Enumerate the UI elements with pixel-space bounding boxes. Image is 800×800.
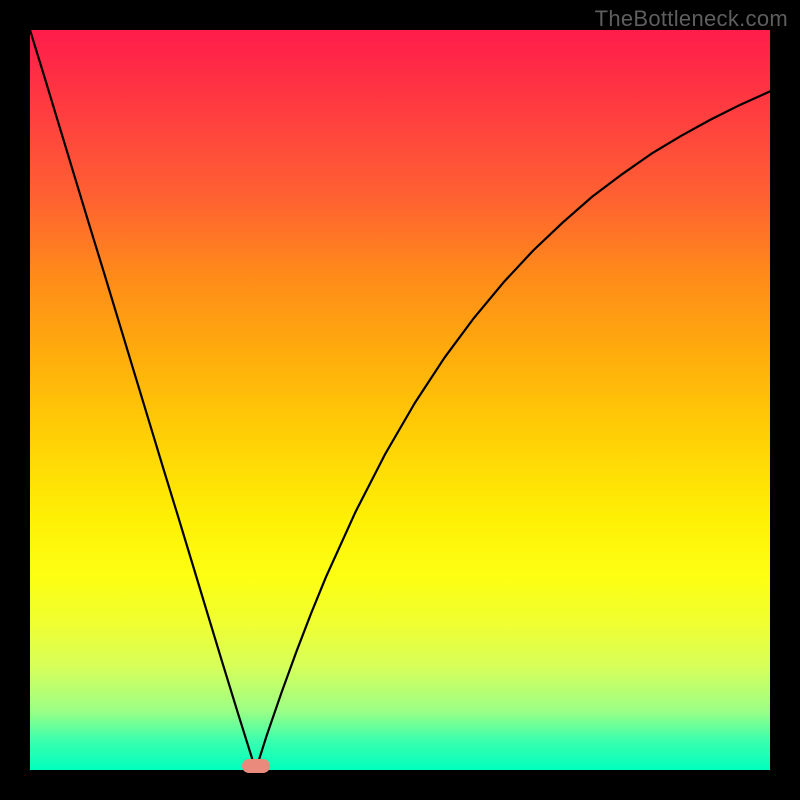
bottleneck-curve [30, 30, 770, 770]
watermark-text: TheBottleneck.com [595, 6, 788, 32]
plot-area [30, 30, 770, 770]
optimum-marker [242, 759, 270, 773]
curve-path [30, 30, 770, 770]
chart-stage: TheBottleneck.com [0, 0, 800, 800]
